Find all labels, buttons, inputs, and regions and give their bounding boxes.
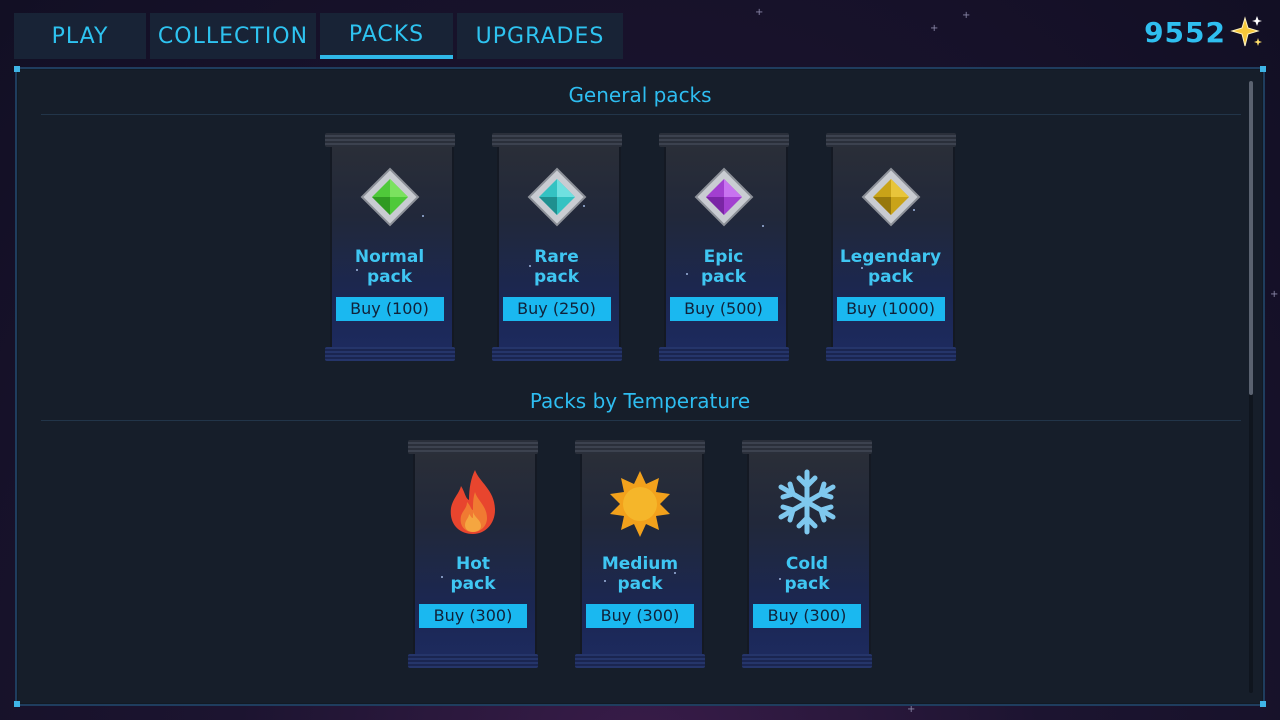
pack-crimp	[575, 654, 705, 668]
pack-crimp	[408, 440, 538, 454]
pack-name-line: pack	[617, 574, 663, 594]
general-packs-row: Normal pack Buy (100) Rare pack Buy (250…	[17, 133, 1263, 361]
pack-name: Epic pack	[659, 247, 789, 287]
sparkle-icon	[1230, 16, 1262, 47]
pack-crimp	[491, 133, 622, 147]
currency-display: 9552	[1144, 14, 1264, 50]
pack-name-line: Cold	[785, 554, 829, 574]
pack-crimp	[825, 133, 956, 147]
pack-name-line: Normal	[354, 247, 425, 267]
pack-crimp	[575, 440, 705, 454]
buy-medium-pack-button[interactable]: Buy (300)	[586, 604, 694, 628]
pack-crimp	[491, 347, 622, 361]
pack-cold[interactable]: Cold pack Buy (300)	[742, 440, 872, 668]
pack-name: Rare pack	[492, 247, 622, 287]
gold-gem-icon	[861, 167, 920, 227]
pack-crimp	[658, 347, 789, 361]
pack-name-line: Legendary	[839, 247, 942, 267]
pack-name-line: Medium	[601, 554, 679, 574]
tab-collection[interactable]: COLLECTION	[150, 13, 316, 59]
pack-name-line: pack	[700, 267, 747, 287]
pack-crimp	[742, 654, 872, 668]
star-decoration: +	[962, 10, 971, 21]
section-title-temperature: Packs by Temperature	[529, 389, 751, 413]
temperature-packs-row: Hot pack Buy (300) Medium pack Buy (300)	[17, 440, 1263, 668]
star-decoration: +	[1270, 289, 1279, 300]
main-tabs: PLAY COLLECTION PACKS UPGRADES	[14, 13, 623, 59]
pack-normal[interactable]: Normal pack Buy (100)	[324, 133, 455, 361]
teal-gem-icon	[527, 167, 586, 227]
section-title-general: General packs	[568, 83, 712, 107]
pack-name: Hot pack	[408, 554, 538, 594]
buy-hot-pack-button[interactable]: Buy (300)	[419, 604, 527, 628]
pack-crimp	[324, 347, 455, 361]
pack-epic[interactable]: Epic pack Buy (500)	[658, 133, 789, 361]
section-divider	[41, 420, 1241, 421]
panel-corner	[1260, 701, 1266, 707]
pack-name: Cold pack	[742, 554, 872, 594]
pack-name-line: pack	[533, 267, 580, 287]
packs-panel: General packs Normal pack Buy (100) Rare…	[14, 66, 1266, 707]
purple-gem-icon	[694, 167, 753, 227]
pack-legendary[interactable]: Legendary pack Buy (1000)	[825, 133, 956, 361]
pack-name: Normal pack	[325, 247, 455, 287]
pack-name-line: Hot	[455, 554, 491, 574]
pack-rare[interactable]: Rare pack Buy (250)	[491, 133, 622, 361]
sun-icon	[610, 471, 670, 537]
snowflake-icon	[778, 469, 836, 535]
pack-crimp	[742, 440, 872, 454]
pack-name-line: pack	[450, 574, 496, 594]
section-divider	[41, 114, 1241, 115]
pack-crimp	[324, 133, 455, 147]
green-gem-icon	[360, 167, 419, 227]
buy-normal-pack-button[interactable]: Buy (100)	[335, 297, 444, 321]
pack-speck	[761, 225, 764, 227]
panel-corner	[1260, 66, 1266, 72]
buy-legendary-pack-button[interactable]: Buy (1000)	[836, 297, 945, 321]
pack-name-line: Rare	[534, 247, 579, 267]
pack-name-line: Epic	[703, 247, 744, 267]
pack-hot[interactable]: Hot pack Buy (300)	[408, 440, 538, 668]
buy-epic-pack-button[interactable]: Buy (500)	[669, 297, 778, 321]
buy-rare-pack-button[interactable]: Buy (250)	[502, 297, 611, 321]
currency-value: 9552	[1144, 15, 1226, 49]
pack-medium[interactable]: Medium pack Buy (300)	[575, 440, 705, 668]
pack-name: Legendary pack	[826, 247, 956, 287]
star-decoration: +	[755, 7, 764, 18]
panel-corner	[14, 701, 20, 707]
star-decoration: +	[930, 23, 939, 34]
buy-cold-pack-button[interactable]: Buy (300)	[753, 604, 861, 628]
pack-speck	[421, 215, 424, 217]
panel-corner	[14, 66, 20, 72]
pack-crimp	[825, 347, 956, 361]
pack-crimp	[408, 654, 538, 668]
tab-upgrades[interactable]: UPGRADES	[457, 13, 623, 59]
pack-name: Medium pack	[575, 554, 705, 594]
tab-packs[interactable]: PACKS	[320, 13, 453, 59]
tab-play[interactable]: PLAY	[14, 13, 146, 59]
star-decoration: +	[907, 704, 916, 715]
flame-icon	[450, 470, 495, 534]
pack-name-line: pack	[784, 574, 830, 594]
pack-name-line: pack	[366, 267, 413, 287]
pack-name-line: pack	[867, 267, 914, 287]
pack-crimp	[658, 133, 789, 147]
